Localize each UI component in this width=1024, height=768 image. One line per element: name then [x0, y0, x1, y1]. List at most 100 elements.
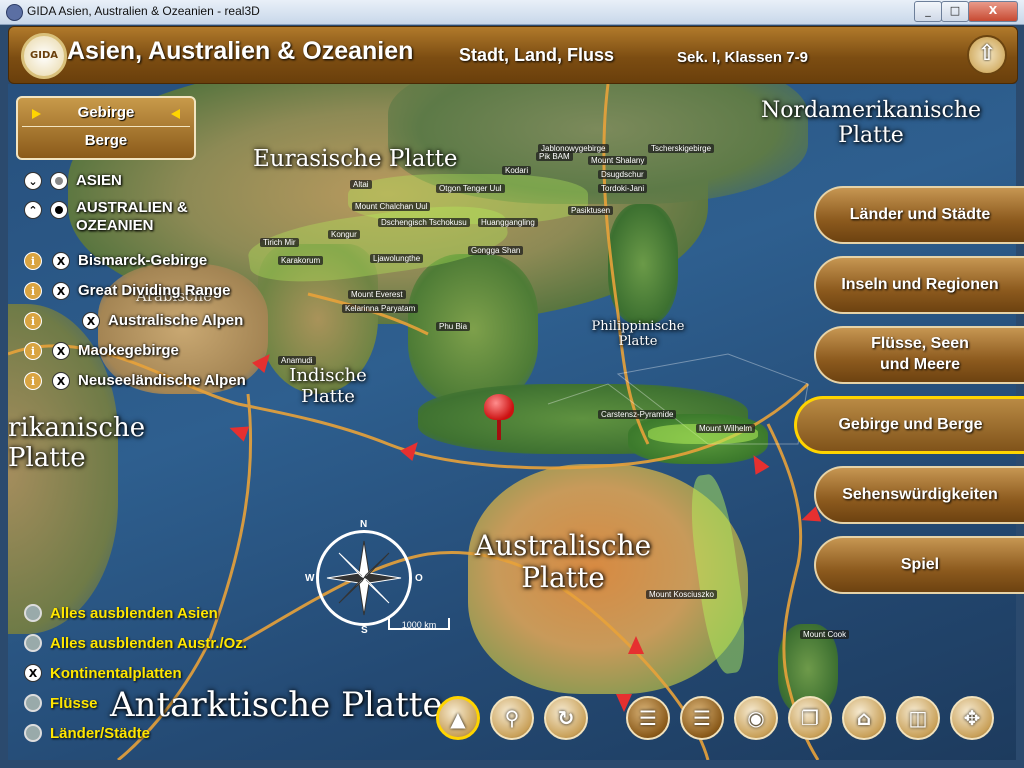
menu-right-icon[interactable]: ☰ — [680, 696, 724, 740]
mountain-label[interactable]: Kongur — [328, 230, 360, 239]
layer-toggle-row[interactable]: Alles ausblenden Asien — [24, 602, 218, 624]
layer-toggle-row[interactable]: X Kontinentalplatten — [24, 662, 182, 684]
mountain-label[interactable]: Gongga Shan — [468, 246, 524, 255]
menu-gebirge-berge-button[interactable]: Gebirge und Berge — [794, 396, 1024, 454]
toggle-off-icon[interactable] — [24, 604, 42, 622]
window-titlebar: GIDA Asien, Australien & Ozeanien - real… — [0, 0, 1024, 25]
mountain-label[interactable]: Otgon Tenger Uul — [436, 184, 505, 193]
home-icon[interactable]: ⌂ — [842, 696, 886, 740]
mountain-label[interactable]: Carstensz-Pyramide — [598, 410, 677, 419]
plate-label-antarctic: Antarktische Platte — [110, 685, 443, 725]
info-icon[interactable]: i — [24, 372, 42, 390]
minimize-button[interactable]: _ — [914, 1, 942, 22]
mountain-item-row[interactable]: i X Maokegebirge — [24, 340, 179, 362]
mountain-label[interactable]: Mount Everest — [348, 290, 406, 299]
maximize-button[interactable]: □ — [941, 1, 969, 22]
region-australia-row[interactable]: ⌃ AUSTRALIEN & OZEANIEN — [24, 199, 216, 239]
region-radio-selected[interactable] — [50, 201, 68, 219]
mountain-label[interactable]: Karakorum — [278, 256, 324, 265]
mountain-label[interactable]: Tscherskigebirge — [648, 144, 715, 153]
layer-toggle-row[interactable]: Flüsse — [24, 692, 98, 714]
compass-rose-icon: N S W O — [305, 519, 423, 636]
layer-toggle-label: Länder/Städte — [50, 724, 151, 742]
info-icon[interactable]: i — [24, 312, 42, 330]
mountain-label[interactable]: Ljawolungthe — [370, 254, 424, 263]
reset-icon[interactable]: ↻ — [544, 696, 588, 740]
region-radio[interactable] — [50, 172, 68, 190]
toggle-check-icon[interactable]: X — [82, 312, 100, 330]
compass-south: S — [361, 625, 368, 636]
toggle-check-icon[interactable]: X — [52, 282, 70, 300]
mountain-label[interactable]: Mount Kosciuszko — [646, 590, 717, 599]
layer-toggle-row[interactable]: Alles ausblenden Austr./Oz. — [24, 632, 247, 654]
category-current[interactable]: Gebirge — [22, 100, 190, 127]
category-sub[interactable]: Berge — [22, 128, 190, 154]
menu-sehenswuerdigkeiten-button[interactable]: Sehenswürdigkeiten — [814, 466, 1024, 524]
mountain-item-row[interactable]: i X Great Dividing Range — [24, 280, 231, 302]
move-icon[interactable]: ✥ — [950, 696, 994, 740]
mountain-icon[interactable]: ▲ — [436, 696, 480, 740]
app-icon — [6, 4, 23, 21]
mountain-label[interactable]: Mount Shalany — [588, 156, 648, 165]
menu-fluesse-label: Flüsse, Seen und Meere — [871, 335, 969, 373]
map-pin-icon[interactable] — [484, 394, 514, 420]
copy-icon[interactable]: ❐ — [788, 696, 832, 740]
mountain-label[interactable]: Kodari — [502, 166, 532, 175]
mountain-item-row[interactable]: i X Neuseeländische Alpen — [24, 370, 246, 392]
mountain-label[interactable]: Pasiktusen — [568, 206, 614, 215]
mountain-label[interactable]: Dschengisch Tschokusu — [378, 218, 470, 227]
mountain-label[interactable]: Altai — [350, 180, 372, 189]
toggle-off-icon[interactable] — [24, 694, 42, 712]
toggle-check-icon[interactable]: X — [24, 664, 42, 682]
menu-left-icon[interactable]: ☰ — [626, 696, 670, 740]
mountain-label[interactable]: Mount Chalchan Uul — [352, 202, 431, 211]
mountain-label[interactable]: Anamudi — [278, 356, 316, 365]
joystick-icon[interactable]: ⚲ — [490, 696, 534, 740]
mountain-item-label: Bismarck-Gebirge — [78, 252, 208, 269]
up-arrow-icon[interactable]: ⇧ — [967, 35, 1007, 75]
region-asia-row[interactable]: ⌄ ASIEN — [24, 170, 122, 192]
menu-spiel-button[interactable]: Spiel — [814, 536, 1024, 594]
prev-category-icon[interactable] — [171, 109, 180, 119]
collapse-chevron-up-icon[interactable]: ⌃ — [24, 201, 42, 219]
expand-chevron-down-icon[interactable]: ⌄ — [24, 172, 42, 190]
mountain-item-row[interactable]: i X Australische Alpen — [24, 310, 243, 332]
plate-motion-arrow — [628, 636, 644, 654]
category-selector[interactable]: Gebirge Berge — [16, 96, 196, 160]
region-asia-label: ASIEN — [76, 172, 122, 189]
mountain-label[interactable]: Mount Wilhelm — [696, 424, 755, 433]
mountain-label[interactable]: Mount Cook — [800, 630, 850, 639]
toggle-off-icon[interactable] — [24, 634, 42, 652]
mountain-label[interactable]: Huanggangling — [478, 218, 538, 227]
camera-icon[interactable]: ◉ — [734, 696, 778, 740]
toggle-check-icon[interactable]: X — [52, 342, 70, 360]
toggle-check-icon[interactable]: X — [52, 252, 70, 270]
mountain-item-row[interactable]: i X Bismarck-Gebirge — [24, 250, 207, 272]
mountain-label[interactable]: Tirich Mir — [260, 238, 299, 247]
menu-laender-staedte-button[interactable]: Länder und Städte — [814, 186, 1024, 244]
toggle-check-icon[interactable]: X — [52, 372, 70, 390]
info-icon[interactable]: i — [24, 282, 42, 300]
mountain-label[interactable]: Pik BAM — [536, 152, 573, 161]
region-australia-label: AUSTRALIEN & OZEANIEN — [76, 199, 188, 234]
app-header: GIDA Asien, Australien & Ozeanien Stadt,… — [8, 26, 1018, 84]
menu-fluesse-seen-meere-button[interactable]: Flüsse, Seen und Meere — [814, 326, 1024, 384]
toggle-off-icon[interactable] — [24, 724, 42, 742]
plate-label-north-american: Nordamerikanische Platte — [760, 98, 982, 149]
mountain-highlight-central-asia — [348, 174, 588, 224]
next-category-icon[interactable] — [32, 109, 41, 119]
menu-inseln-regionen-button[interactable]: Inseln und Regionen — [814, 256, 1024, 314]
close-button[interactable]: X — [968, 1, 1018, 22]
mountain-label[interactable]: Tordoki-Jani — [598, 184, 648, 193]
info-icon[interactable]: i — [24, 342, 42, 360]
mountain-item-label: Neuseeländische Alpen — [78, 372, 246, 389]
panel-toggle-icon[interactable]: ◫ — [896, 696, 940, 740]
window-title: GIDA Asien, Australien & Ozeanien - real… — [27, 4, 260, 18]
plate-label-african: rikanische Platte — [8, 413, 146, 473]
layer-toggle-row[interactable]: Länder/Städte — [24, 722, 150, 744]
mountain-label[interactable]: Kelarinna Paryatam — [342, 304, 419, 313]
mountain-item-label: Australische Alpen — [108, 312, 244, 329]
mountain-label[interactable]: Phu Bia — [436, 322, 471, 331]
info-icon[interactable]: i — [24, 252, 42, 270]
mountain-label[interactable]: Dsugdschur — [598, 170, 647, 179]
